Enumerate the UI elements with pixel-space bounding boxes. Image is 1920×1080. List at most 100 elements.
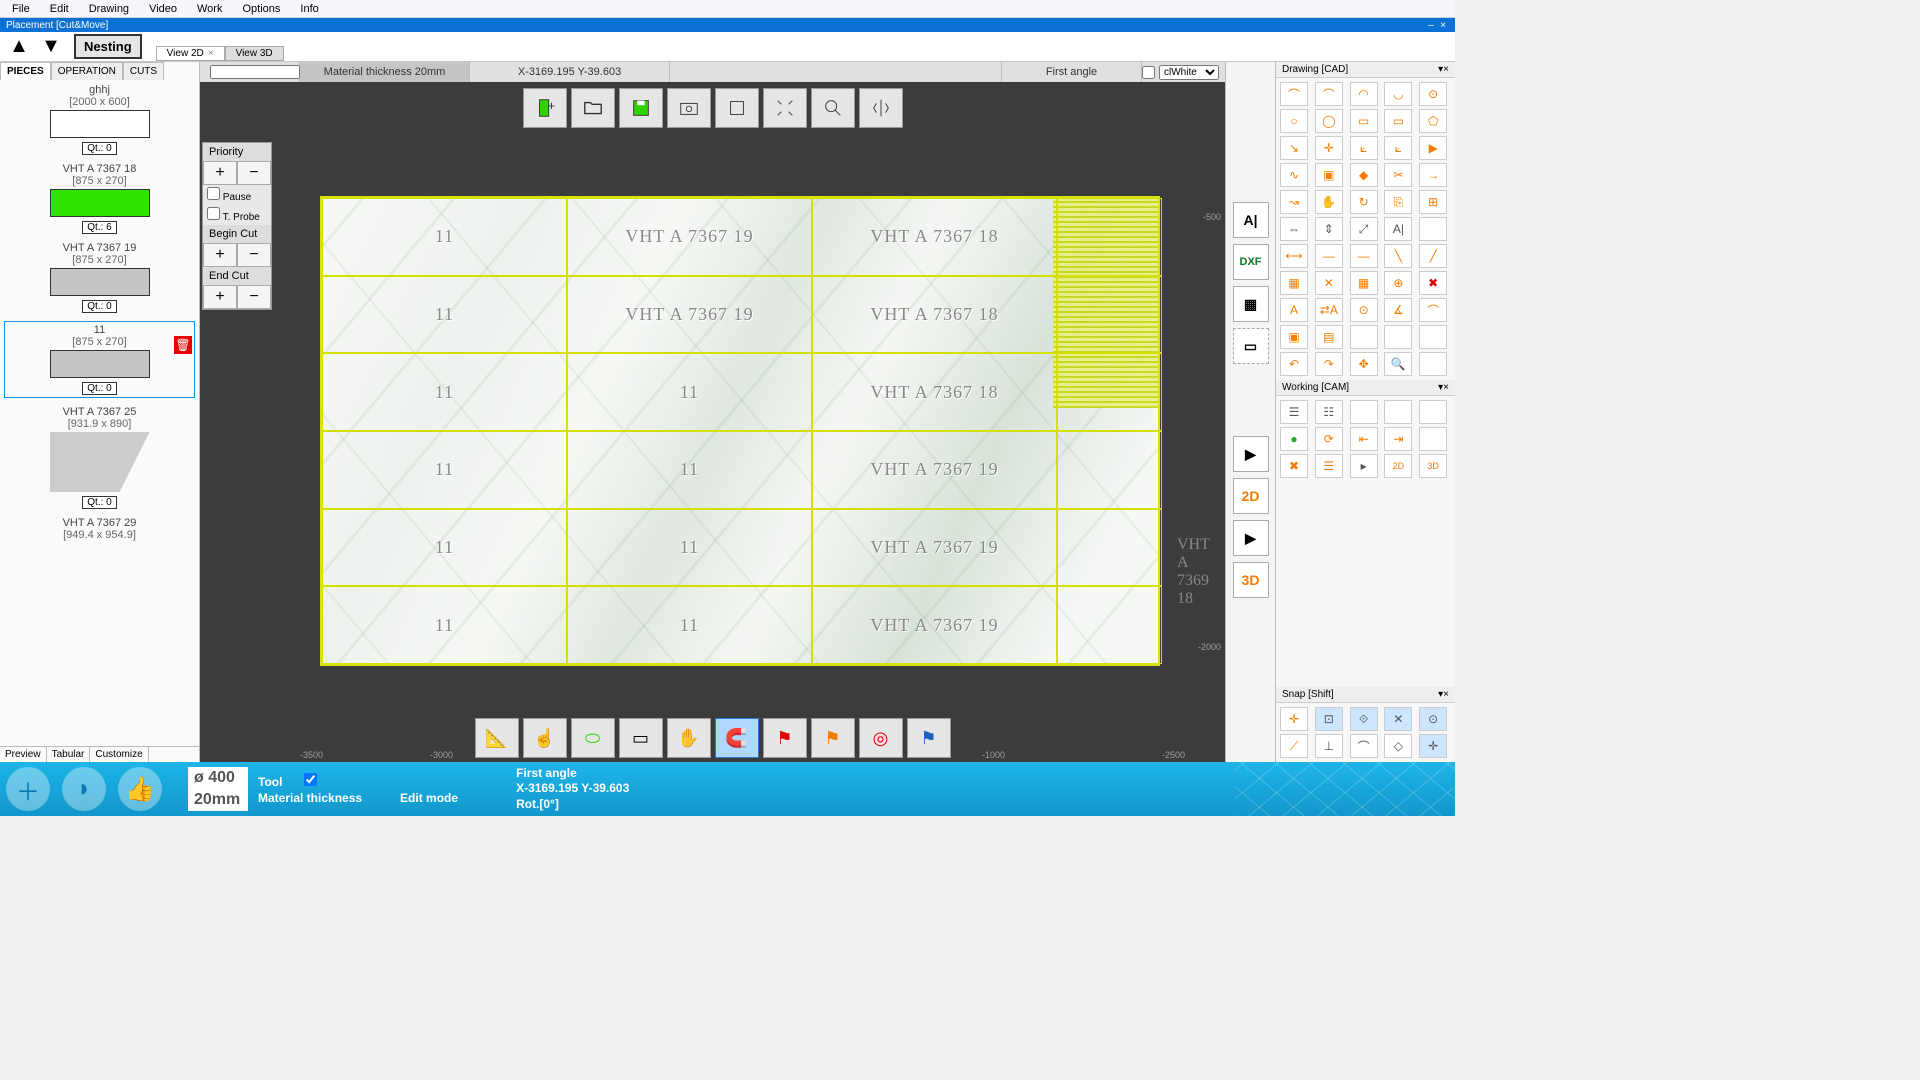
text-move-icon[interactable]: ⇄A	[1315, 298, 1343, 322]
tab-customize[interactable]: Customize	[90, 747, 148, 762]
scale-tool-icon[interactable]: ⤢	[1350, 217, 1378, 241]
zoom-fit-button[interactable]	[763, 88, 807, 128]
add-circle-button[interactable]: ＋	[6, 767, 50, 811]
nested-piece[interactable]: VHT A 7367 18	[812, 353, 1057, 431]
dim-angle-icon[interactable]: ∡	[1384, 298, 1412, 322]
priority-minus[interactable]: −	[237, 161, 271, 185]
color-checkbox[interactable]	[1142, 66, 1155, 79]
circle-green-icon[interactable]: ●	[1280, 427, 1308, 451]
play-2d-button[interactable]: ▶	[1233, 436, 1269, 472]
nested-piece[interactable]: 11	[567, 586, 812, 664]
delete-x-icon[interactable]: ✖	[1280, 454, 1308, 478]
tab-operation[interactable]: OPERATION	[51, 62, 123, 80]
mirror-v-icon[interactable]: ⇕	[1315, 217, 1343, 241]
nesting-button[interactable]: Nesting	[74, 34, 142, 59]
nested-piece[interactable]: 11	[567, 509, 812, 587]
snap-end-icon[interactable]: ⊡	[1315, 707, 1343, 731]
delete-icon[interactable]: 🗑	[174, 336, 192, 354]
probe-checkbox[interactable]: T. Probe	[203, 205, 271, 225]
origin-icon[interactable]: ⊕	[1384, 271, 1412, 295]
nested-piece[interactable]: 11	[322, 431, 567, 509]
texture-button[interactable]: ▦	[1233, 286, 1269, 322]
pieces-list[interactable]: ghhj [2000 x 600] Qt.: 0 VHT A 7367 18 […	[0, 80, 199, 746]
flag-red-button[interactable]: ⚑	[763, 718, 807, 758]
copy-tool-icon[interactable]: ⎘	[1384, 190, 1412, 214]
tab-cuts[interactable]: CUTS	[123, 62, 164, 80]
nested-piece[interactable]: 11	[322, 509, 567, 587]
close-icon[interactable]: ×	[1443, 64, 1449, 75]
snap-node-icon[interactable]: ✛	[1419, 734, 1447, 758]
snap-grid-icon[interactable]: ✛	[1280, 707, 1308, 731]
nested-piece[interactable]: 11	[567, 431, 812, 509]
snap-perp-icon[interactable]: ⊥	[1315, 734, 1343, 758]
drag-button[interactable]: ✋	[667, 718, 711, 758]
layer-a-icon[interactable]: ▣	[1280, 325, 1308, 349]
piece-item[interactable]: VHT A 7367 18 [875 x 270] Qt.: 6	[4, 163, 195, 234]
pause-checkbox[interactable]: Pause	[203, 185, 271, 205]
tab-pieces[interactable]: PIECES	[0, 62, 51, 80]
dxf-button[interactable]: DXF	[1233, 244, 1269, 280]
nested-piece[interactable]	[1057, 276, 1162, 354]
nested-piece[interactable]: 11	[567, 353, 812, 431]
bucket-tool-icon[interactable]: ◆	[1350, 163, 1378, 187]
trim-tool-icon[interactable]: ✂	[1384, 163, 1412, 187]
piece-item[interactable]: VHT A 7367 25 [931.9 x 890] Qt.: 0	[4, 406, 195, 509]
menu-options[interactable]: Options	[234, 1, 288, 17]
poly-tool-icon[interactable]: ⬠	[1419, 109, 1447, 133]
layer-b-icon[interactable]: ▤	[1315, 325, 1343, 349]
snap-near-icon[interactable]: ⟋	[1280, 734, 1308, 758]
line-tool-icon[interactable]: ↘	[1280, 136, 1308, 160]
play-3d-button[interactable]: ▶	[1233, 520, 1269, 556]
nested-piece[interactable]: VHT A 7367 19	[812, 509, 1057, 587]
tab-view2d[interactable]: View 2D×	[156, 46, 225, 61]
menu-work[interactable]: Work	[189, 1, 230, 17]
nested-piece[interactable]	[1057, 431, 1162, 509]
menu-info[interactable]: Info	[292, 1, 326, 17]
nested-piece[interactable]: VHT A 7367 19	[812, 586, 1057, 664]
shape-circle-button[interactable]: ◗	[62, 767, 106, 811]
new-file-button[interactable]: +	[523, 88, 567, 128]
dim-line2-icon[interactable]: —	[1350, 244, 1378, 268]
begin-plus[interactable]: +	[203, 243, 237, 267]
piece-item-selected[interactable]: 🗑 11 [875 x 270] Qt.: 0	[4, 321, 195, 398]
redo-icon[interactable]: ↷	[1315, 352, 1343, 376]
rotate-tool-icon[interactable]: ↻	[1350, 190, 1378, 214]
spline-tool-icon[interactable]: ∿	[1280, 163, 1308, 187]
circle2-tool-icon[interactable]: ◯	[1315, 109, 1343, 133]
arc2-tool-icon[interactable]: ⌒	[1315, 82, 1343, 106]
nested-piece[interactable]	[1057, 509, 1162, 587]
menu-file[interactable]: File	[4, 1, 38, 17]
close-icon[interactable]: ×	[1437, 20, 1449, 31]
menu-video[interactable]: Video	[141, 1, 185, 17]
priority-plus[interactable]: +	[203, 161, 237, 185]
array-tool-icon[interactable]: ⊞	[1419, 190, 1447, 214]
canvas[interactable]: + Priority +− Pause T. Probe Begin Cut +…	[200, 82, 1225, 762]
list-icon[interactable]: ☰	[1280, 400, 1308, 424]
snap-quad-icon[interactable]: ◇	[1384, 734, 1412, 758]
text-tool-icon[interactable]: A|	[1384, 217, 1412, 241]
snap-int-icon[interactable]: ✕	[1384, 707, 1412, 731]
hand-tool-icon[interactable]: ✋	[1315, 190, 1343, 214]
end-plus[interactable]: +	[203, 285, 237, 309]
arrow-up-button[interactable]: ▲	[4, 35, 34, 59]
tab-view3d[interactable]: View 3D	[225, 46, 284, 61]
flag-orange-button[interactable]: ⚑	[811, 718, 855, 758]
rect2-tool-icon[interactable]: ▭	[1384, 109, 1412, 133]
camera-button[interactable]	[667, 88, 711, 128]
move-icon[interactable]: ✥	[1350, 352, 1378, 376]
menu-drawing[interactable]: Drawing	[81, 1, 137, 17]
tab-tabular[interactable]: Tabular	[47, 747, 91, 762]
piece-item[interactable]: VHT A 7367 29 [949.4 x 954.9]	[4, 517, 195, 541]
list-color-icon[interactable]: ☷	[1315, 400, 1343, 424]
search-input[interactable]	[210, 65, 300, 79]
save-button[interactable]	[619, 88, 663, 128]
nested-piece[interactable]: VHT A 7367 18	[812, 276, 1057, 354]
nested-piece[interactable]: VHT A 7367 19	[567, 198, 812, 276]
arc5-tool-icon[interactable]: ⊙	[1419, 82, 1447, 106]
magnet-button[interactable]: 🧲	[715, 718, 759, 758]
arrow-tool-icon[interactable]: ▶	[1419, 136, 1447, 160]
delete-tool-icon[interactable]: ✖	[1419, 271, 1447, 295]
color-select[interactable]: clWhite	[1142, 65, 1225, 80]
select-rect-button[interactable]: ▭	[1233, 328, 1269, 364]
snap-mid-icon[interactable]: ⟐	[1350, 707, 1378, 731]
